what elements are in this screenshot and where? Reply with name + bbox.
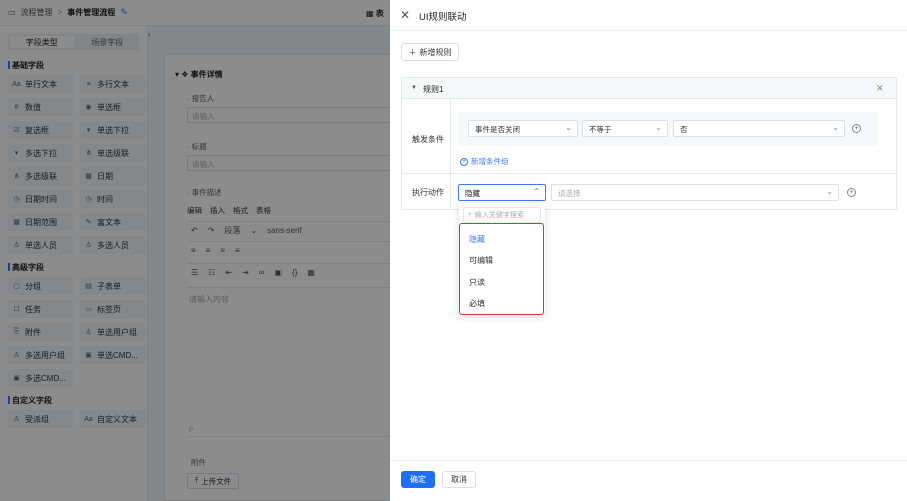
plus-circle-icon: + — [460, 157, 468, 166]
action-type-select[interactable]: 隐藏 ⌃ — [458, 184, 546, 201]
condition-value-text: 否 — [680, 125, 688, 134]
rule-name: 规则1 — [423, 85, 444, 94]
action-target-placeholder: 请选择 — [558, 189, 581, 198]
modal-mask[interactable] — [0, 0, 390, 501]
condition-field-select[interactable]: 事件是否关闭 ⌄ — [468, 120, 578, 137]
add-rule-label: 新增规则 — [419, 47, 452, 57]
add-action-icon[interactable]: + — [847, 188, 856, 197]
cancel-button[interactable]: 取消 — [442, 471, 476, 488]
add-condition-icon[interactable]: + — [852, 124, 861, 133]
chevron-down-icon: ⌄ — [832, 123, 839, 132]
caret-down-icon[interactable]: ▼ — [411, 85, 417, 91]
confirm-button[interactable]: 确定 — [401, 471, 435, 488]
condition-operator-value: 不等于 — [589, 125, 612, 134]
condition-field-value: 事件是否关闭 — [475, 125, 520, 134]
delete-rule-icon[interactable]: ✕ — [876, 83, 884, 94]
execute-action-label: 执行动作 — [412, 188, 444, 197]
dropdown-search-input[interactable]: ⌕ 输入关键字搜索 — [463, 207, 541, 223]
add-condition-group-label: 新增条件组 — [471, 157, 509, 166]
plus-icon: ＋ — [408, 47, 417, 57]
dropdown-search-placeholder: 输入关键字搜索 — [474, 212, 524, 219]
drawer-title: UI规则联动 — [419, 12, 467, 23]
action-target-select[interactable]: 请选择 ⌄ — [551, 184, 839, 201]
dropdown-option[interactable]: 必填 — [469, 298, 485, 309]
add-rule-button[interactable]: ＋ 新增规则 — [401, 43, 459, 61]
condition-value-select[interactable]: 否 ⌄ — [673, 120, 845, 137]
row-divider — [402, 173, 896, 174]
chevron-down-icon: ⌄ — [826, 187, 833, 196]
dropdown-option[interactable]: 可编辑 — [469, 255, 493, 266]
chevron-down-icon: ⌄ — [565, 123, 572, 132]
label-column-divider — [450, 99, 451, 209]
dropdown-option[interactable]: 隐藏 — [469, 234, 485, 245]
add-condition-group-button[interactable]: + 新增条件组 — [460, 156, 509, 167]
action-type-value: 隐藏 — [465, 189, 480, 198]
chevron-up-icon: ⌃ — [533, 187, 540, 196]
rule-header[interactable]: ▼ 规则1 ✕ — [402, 78, 896, 99]
drawer-header-divider — [390, 30, 907, 31]
action-type-dropdown: ⌕ 输入关键字搜索 隐藏可编辑只读必填 — [459, 203, 545, 315]
close-icon[interactable]: ✕ — [400, 8, 410, 22]
dropdown-option[interactable]: 只读 — [469, 277, 485, 288]
trigger-condition-label: 触发条件 — [412, 135, 444, 144]
chevron-down-icon: ⌄ — [655, 123, 662, 132]
search-icon: ⌕ — [468, 211, 472, 218]
condition-operator-select[interactable]: 不等于 ⌄ — [582, 120, 668, 137]
